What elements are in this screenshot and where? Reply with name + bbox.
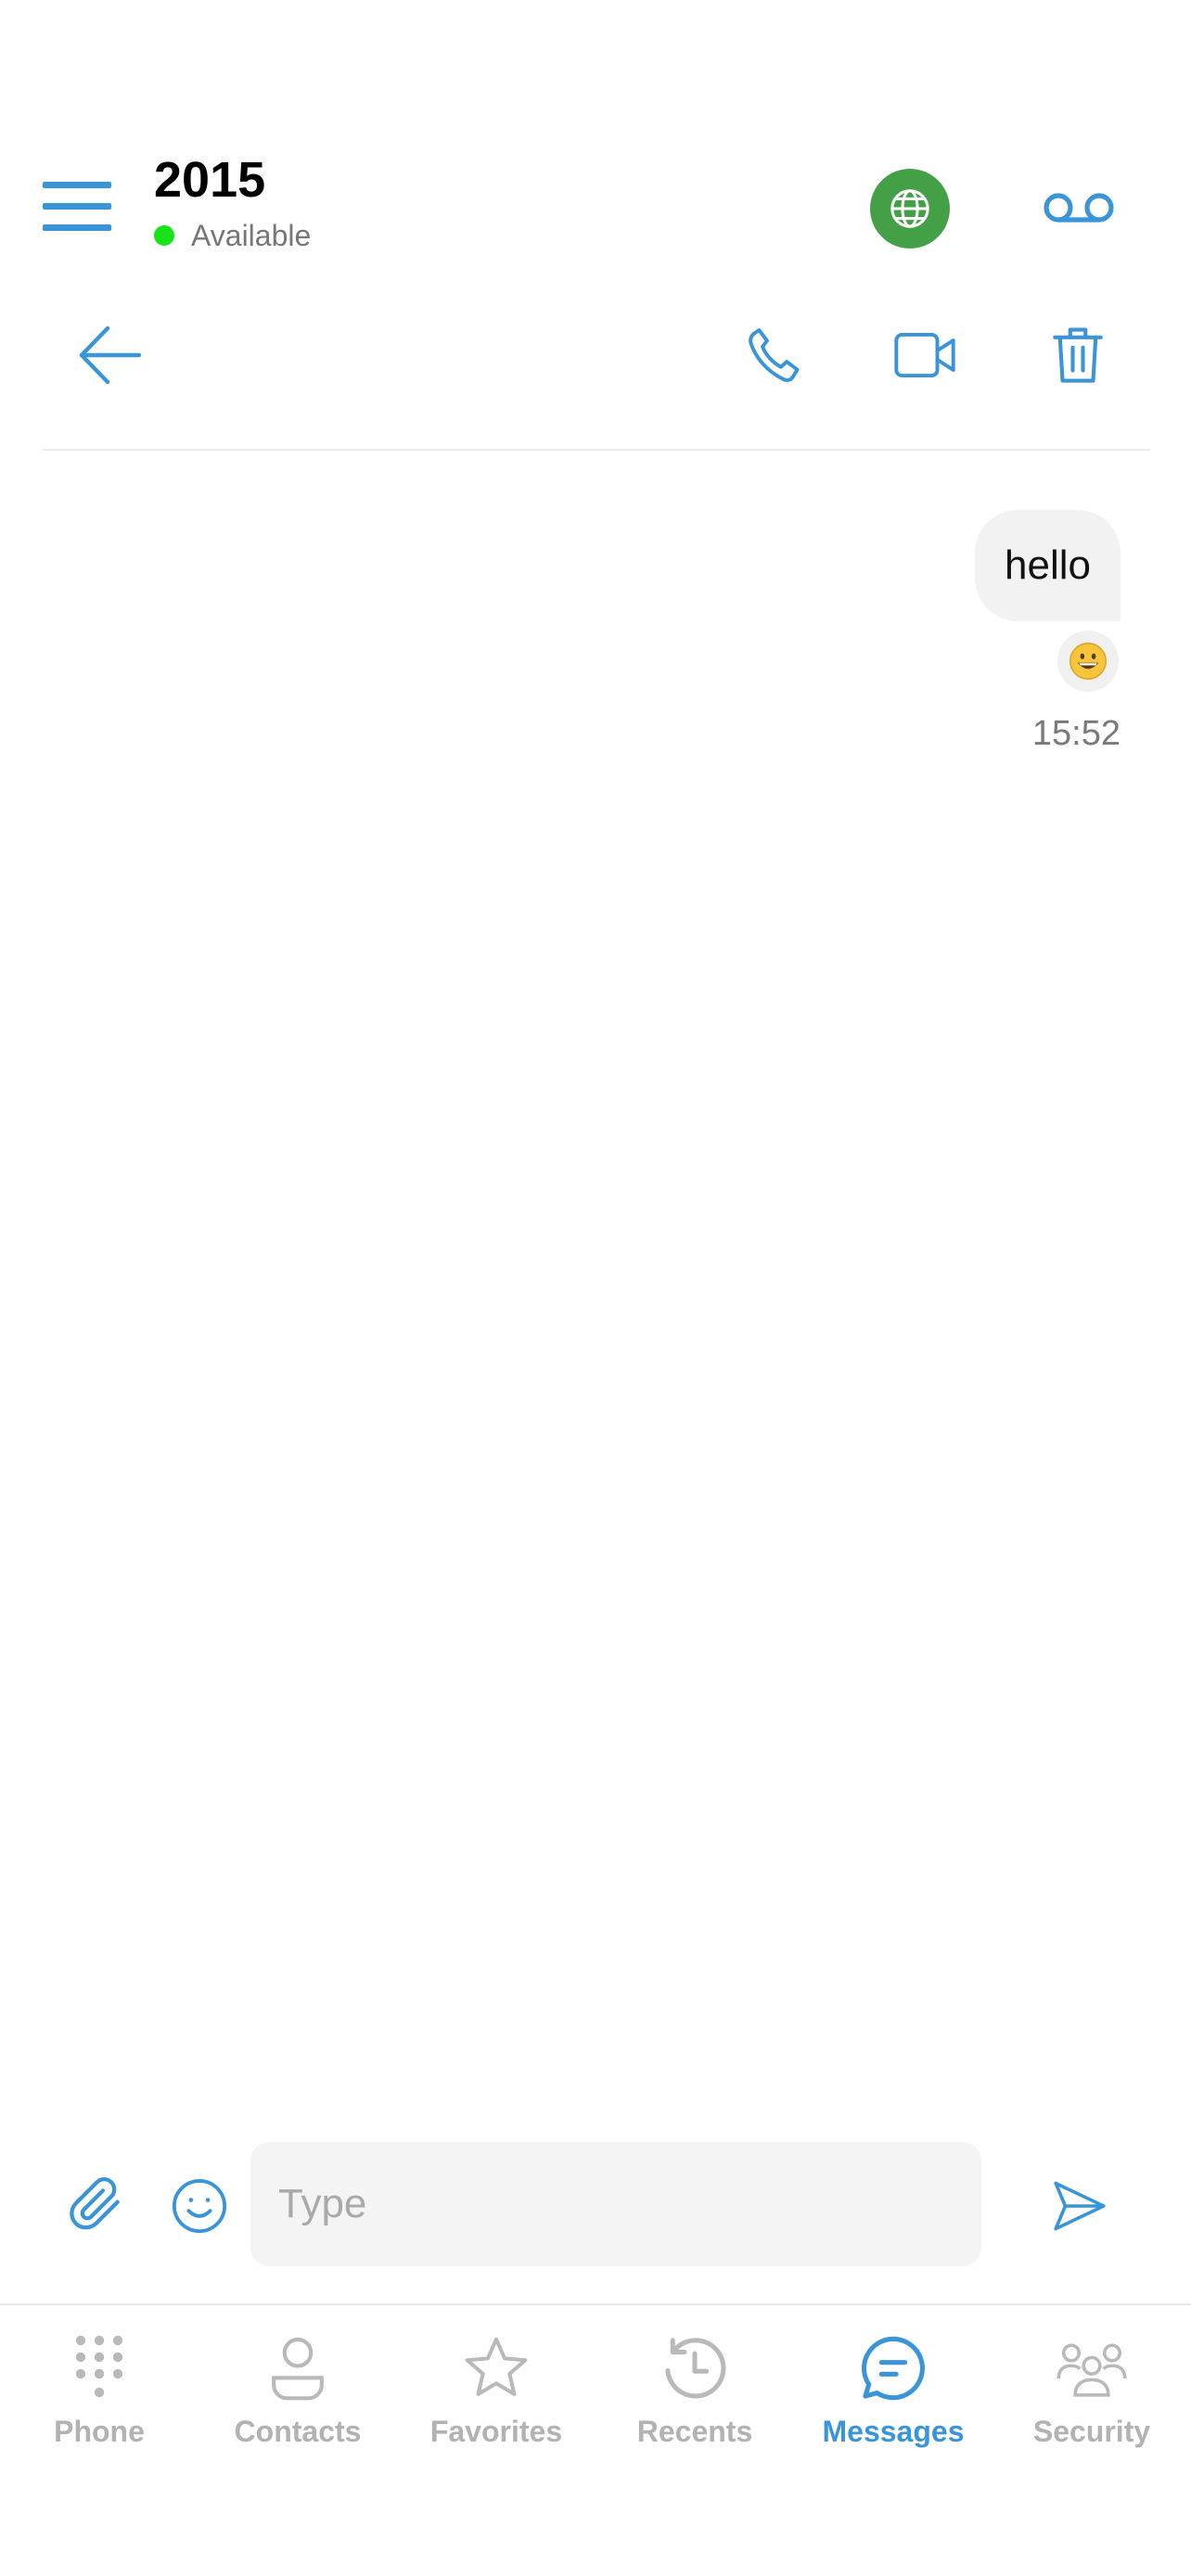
presence-status[interactable]: Available bbox=[154, 217, 311, 254]
voicemail-button[interactable] bbox=[1037, 178, 1121, 237]
dialpad-icon bbox=[75, 2335, 123, 2398]
chat-bubble-icon bbox=[861, 2336, 925, 2401]
tab-label: Security bbox=[1032, 2415, 1151, 2448]
message-timestamp: 15:52 bbox=[1031, 714, 1121, 753]
phone-icon bbox=[749, 328, 800, 382]
status-text: Available bbox=[191, 218, 312, 252]
star-icon bbox=[465, 2337, 528, 2396]
tab-phone[interactable]: Phone bbox=[0, 2305, 198, 2472]
arrow-left-icon bbox=[79, 325, 142, 385]
trash-icon bbox=[1053, 327, 1103, 383]
tab-recents[interactable]: Recents bbox=[596, 2305, 794, 2472]
tab-messages[interactable]: Messages bbox=[794, 2305, 992, 2472]
send-icon bbox=[1054, 2181, 1106, 2231]
person-icon bbox=[272, 2337, 324, 2401]
messages-screen: 2015 Available hello 15:52 Type Phone Co… bbox=[0, 0, 1191, 2576]
video-call-button[interactable] bbox=[892, 330, 957, 380]
divider bbox=[43, 449, 1150, 451]
send-button[interactable] bbox=[1050, 2177, 1109, 2235]
tab-label: Phone bbox=[54, 2415, 145, 2448]
smiley-icon bbox=[172, 2178, 227, 2234]
back-button[interactable] bbox=[76, 325, 143, 386]
tab-label: Favorites bbox=[429, 2415, 563, 2448]
menu-icon[interactable] bbox=[43, 182, 113, 232]
bottom-tab-bar: Phone Contacts Favorites Recents Message… bbox=[0, 2305, 1191, 2472]
tab-label: Messages bbox=[822, 2415, 965, 2448]
globe-icon bbox=[890, 189, 929, 228]
message-text: hello bbox=[1005, 542, 1091, 588]
tab-favorites[interactable]: Favorites bbox=[397, 2305, 596, 2472]
message-input[interactable] bbox=[250, 2142, 981, 2266]
paperclip-icon bbox=[70, 2177, 120, 2230]
tab-label: Contacts bbox=[234, 2415, 362, 2448]
history-icon bbox=[665, 2338, 726, 2399]
tab-contacts[interactable]: Contacts bbox=[198, 2305, 397, 2472]
tab-label: Recents bbox=[636, 2415, 753, 2448]
attach-button[interactable] bbox=[67, 2170, 126, 2237]
message-bubble-outgoing[interactable]: hello bbox=[975, 510, 1121, 621]
tab-security[interactable]: Security bbox=[992, 2305, 1191, 2472]
call-button[interactable] bbox=[742, 323, 805, 388]
reaction-badge[interactable] bbox=[1057, 631, 1119, 692]
delete-button[interactable] bbox=[1052, 325, 1104, 386]
account-title: 2015 bbox=[154, 152, 266, 208]
video-camera-icon bbox=[894, 332, 955, 378]
group-icon bbox=[1057, 2343, 1127, 2397]
globe-button[interactable] bbox=[870, 169, 950, 249]
grinning-face-icon bbox=[1069, 643, 1107, 680]
status-dot bbox=[154, 225, 174, 246]
voicemail-icon bbox=[1044, 193, 1114, 223]
emoji-button[interactable] bbox=[171, 2177, 228, 2235]
